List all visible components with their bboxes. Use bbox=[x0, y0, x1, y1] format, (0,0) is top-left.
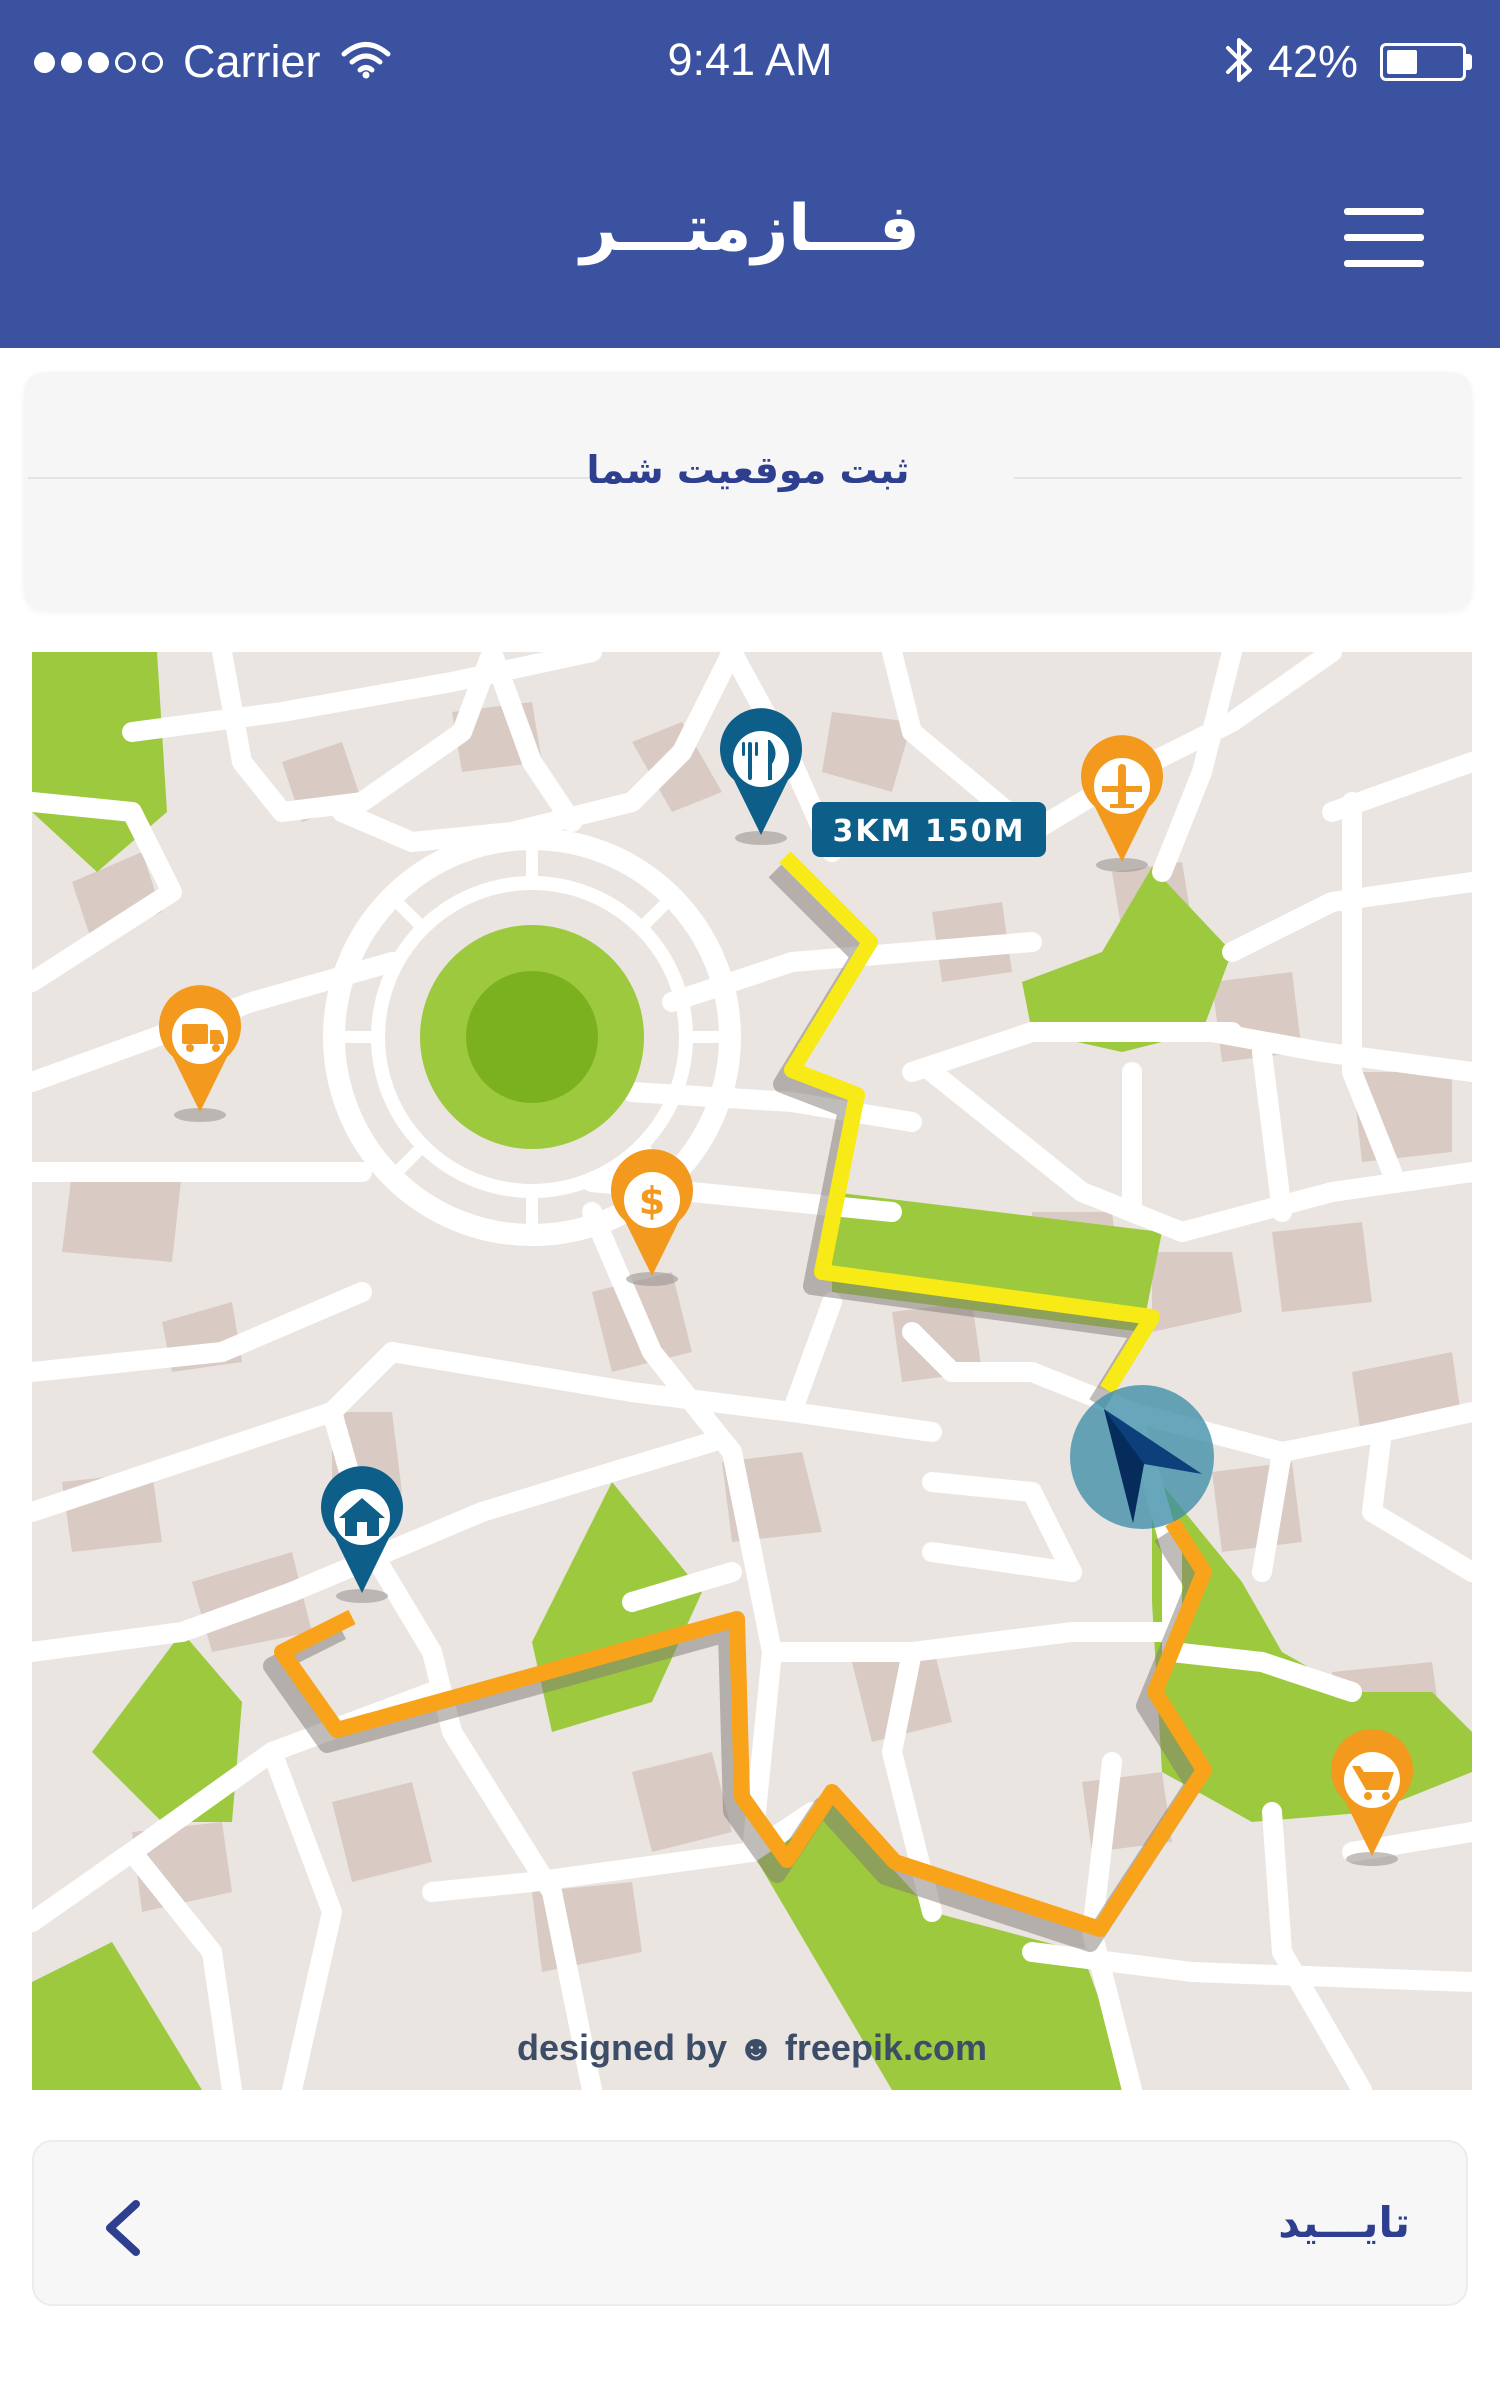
distance-label: 3KM 150M bbox=[833, 814, 1026, 849]
map-background bbox=[32, 652, 1472, 2090]
distance-badge: 3KM 150M bbox=[812, 802, 1046, 857]
navigation-marker[interactable] bbox=[1070, 1385, 1214, 1529]
battery-level bbox=[1387, 50, 1417, 74]
map-credit: designed by ☻ freepik.com bbox=[516, 2027, 987, 2068]
chevron-left-icon[interactable] bbox=[100, 2198, 144, 2258]
location-card: ثبت موقعیت شما bbox=[24, 372, 1472, 610]
dollar-icon: $ bbox=[639, 1179, 665, 1223]
confirm-label: تایـــید bbox=[1278, 2198, 1410, 2247]
menu-button[interactable] bbox=[1344, 206, 1436, 270]
app-title: فـــازمتـــر bbox=[580, 192, 920, 266]
status-bar: Carrier 9:41 AM 42% bbox=[0, 0, 1500, 130]
battery-cap bbox=[1466, 54, 1472, 70]
bluetooth-icon bbox=[1224, 34, 1254, 90]
battery-percent: 42% bbox=[1267, 36, 1358, 87]
location-title: ثبت موقعیت شما bbox=[586, 448, 910, 492]
hamburger-icon bbox=[1344, 234, 1424, 241]
app-header: Carrier 9:41 AM 42% فـــازمتـــر bbox=[0, 0, 1500, 348]
map-canvas[interactable]: 3KM 150M $ bbox=[32, 652, 1472, 2090]
map-view[interactable]: 3KM 150M $ designed by ☻ freepik.com bbox=[32, 652, 1472, 2090]
hamburger-icon bbox=[1344, 260, 1424, 267]
battery-icon bbox=[1380, 43, 1466, 81]
hamburger-icon bbox=[1344, 208, 1424, 215]
confirm-button[interactable]: تایـــید bbox=[32, 2140, 1468, 2306]
battery-group: 42% bbox=[1224, 30, 1472, 94]
